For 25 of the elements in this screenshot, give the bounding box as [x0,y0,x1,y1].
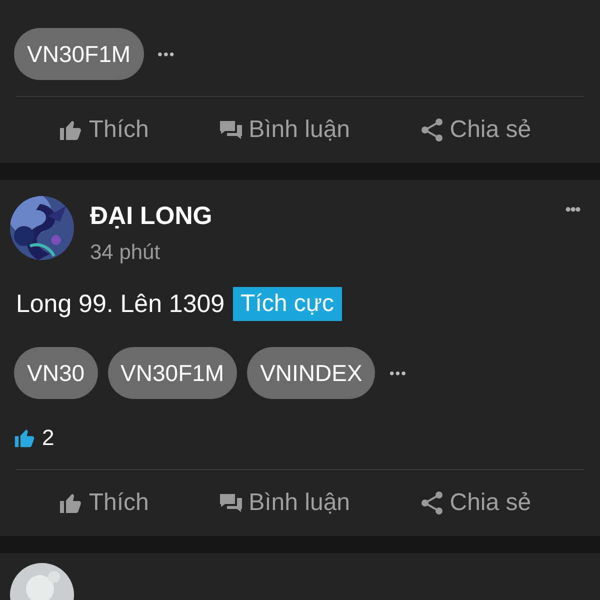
share-button[interactable]: Chia sẻ [416,112,536,148]
share-button[interactable]: Chia sẻ [416,485,536,521]
comment-button[interactable]: Bình luận [214,112,354,148]
speech-bubbles-icon [218,118,243,142]
like-button[interactable]: Thích [54,485,153,521]
thumbs-up-icon [58,118,83,142]
ticker-tag[interactable]: VN30F1M [14,28,144,80]
share-icon [420,491,444,515]
thumbs-up-icon [14,427,36,449]
more-tags-button[interactable]: ••• [389,365,408,381]
more-menu-button[interactable]: ••• [565,200,580,220]
comment-button[interactable]: Bình luận [214,485,354,521]
like-button[interactable]: Thích [54,112,153,148]
ticker-tag[interactable]: VN30 [14,347,98,399]
ticker-tag[interactable]: VNINDEX [247,347,376,399]
post-text: Long 99. Lên 1309 [16,290,225,318]
sentiment-tag: Tích cực [232,287,342,321]
more-tags-button[interactable]: ••• [158,46,176,62]
like-count: 2 [42,425,54,451]
ticker-tag[interactable]: VN30F1M [108,347,238,399]
post-time: 34 phút [90,241,162,265]
author-name[interactable]: ĐẠI LONG [90,202,212,231]
share-icon [420,118,444,142]
speech-bubbles-icon [218,491,243,515]
thumbs-up-icon [58,491,83,515]
